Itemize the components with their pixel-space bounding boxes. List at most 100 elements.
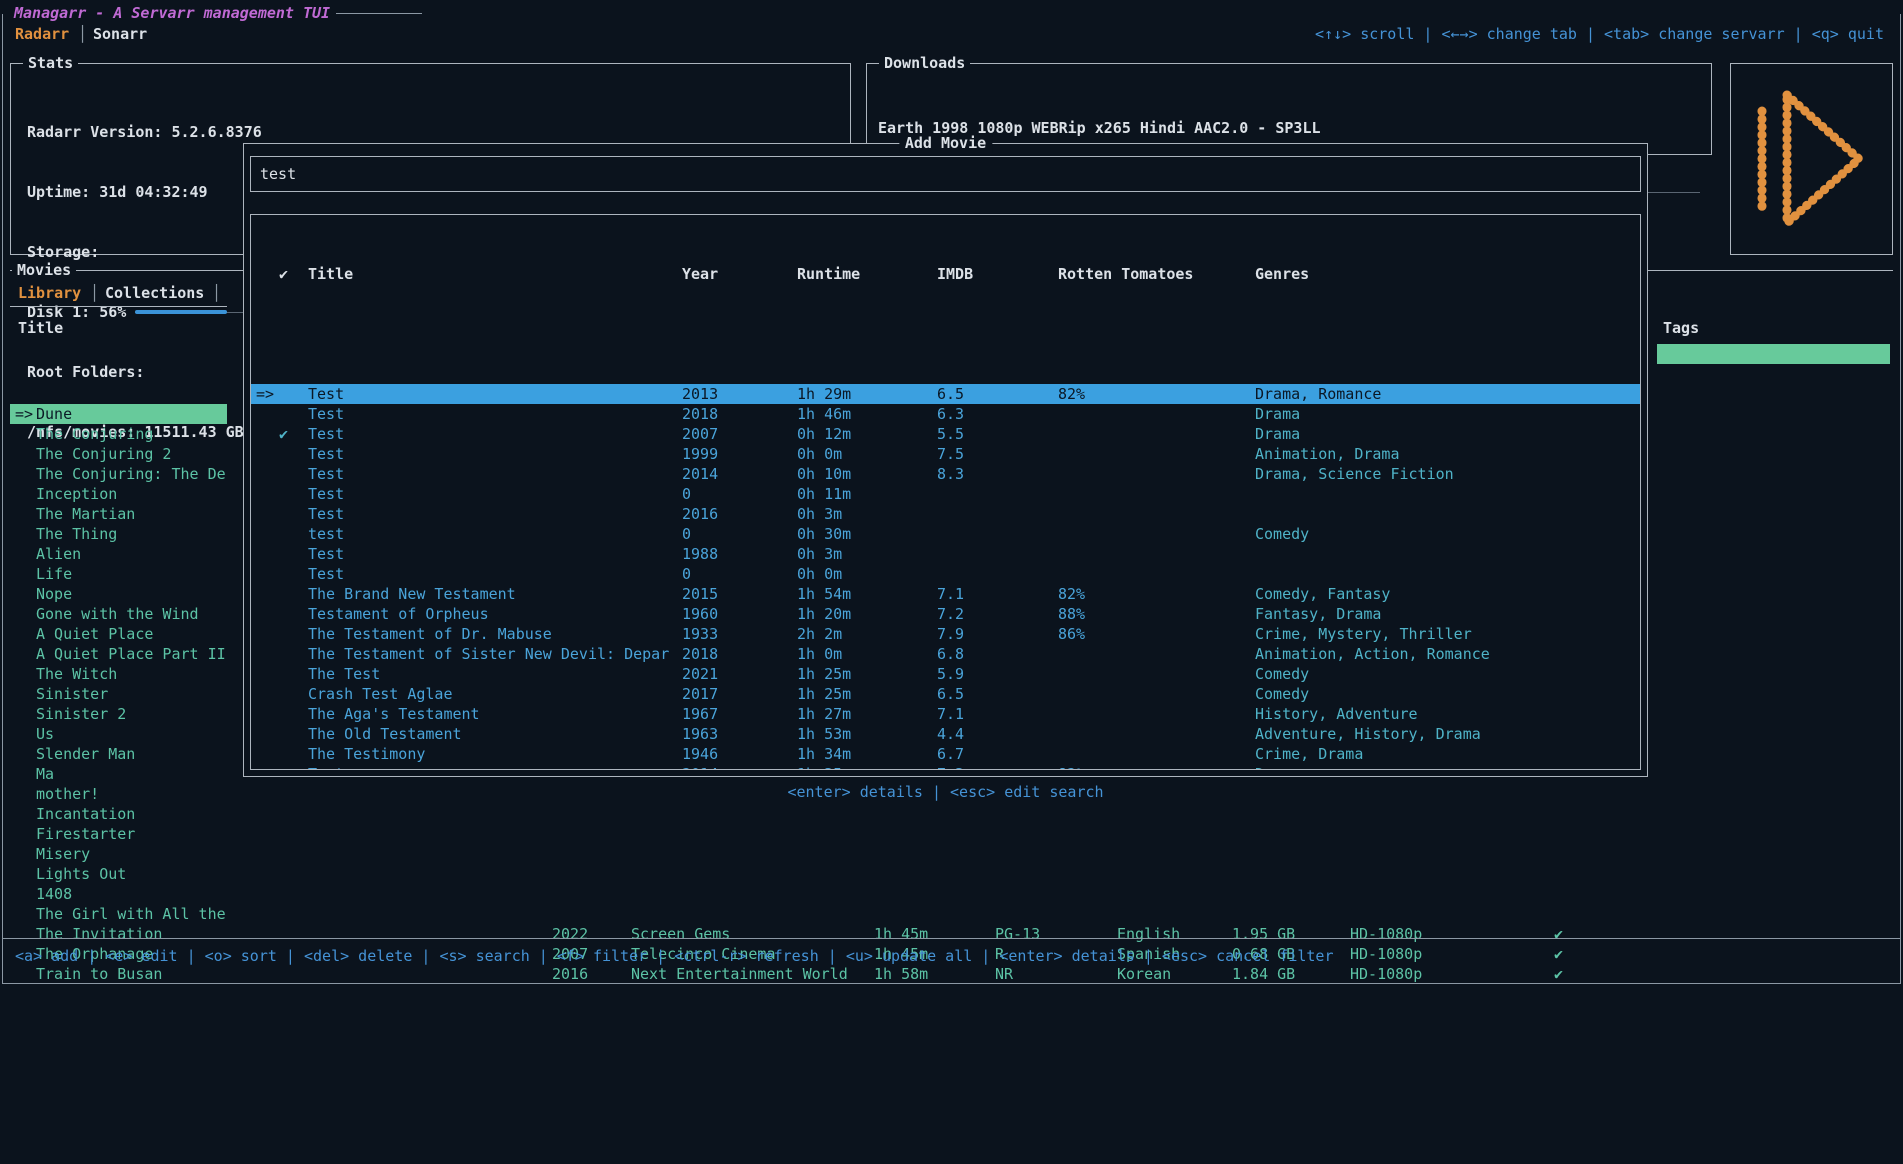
movie-title: Nope [36,584,72,604]
movie-row[interactable]: Misery [10,844,227,864]
tab-library[interactable]: Library [18,283,81,303]
result-row[interactable]: The Aga's Testament 1967 1h 27m 7.1 Hist… [251,704,1640,724]
result-runtime: 0h 10m [797,464,851,484]
result-title: Test [308,764,344,770]
movies-panel-title: Movies [12,260,76,280]
movie-row[interactable]: The Conjuring [10,424,227,444]
bottom-keybindings-help: <a> add | <e> edit | <o> sort | <del> de… [15,946,1334,966]
movie-row[interactable]: Us [10,724,227,744]
movie-detail-row[interactable]: 2022 Screen Gems 1h 45m PG-13 English 1.… [0,924,1903,944]
result-year: 1946 [682,744,718,764]
tab-collections[interactable]: Collections [105,283,204,303]
result-year: 1933 [682,624,718,644]
movie-row[interactable]: The Martian [10,504,227,524]
version-value: 5.2.6.8376 [171,122,261,142]
result-genres: Drama [1255,404,1300,424]
download-item-row[interactable]: Earth 1998 1080p WEBRip x265 Hindi AAC2.… [878,118,1700,138]
selected-row-tags-cell [1657,344,1890,364]
results-column-runtime: Runtime [797,264,860,284]
movie-studio: Next Entertainment World [631,964,848,984]
result-year: 2018 [682,644,718,664]
movie-row[interactable]: Incantation [10,804,227,824]
movie-row[interactable]: The Witch [10,664,227,684]
result-row[interactable]: test 0 0h 30m Comedy [251,524,1640,544]
movie-row[interactable]: Inception [10,484,227,504]
result-genres: Animation, Drama [1255,444,1400,464]
movies-tabs-underline [10,306,227,307]
result-row[interactable]: => Test 2013 1h 29m 6.5 82% Drama, Roman… [251,384,1640,404]
movie-row[interactable]: Gone with the Wind [10,604,227,624]
result-imdb-rating: 7.3 [937,764,964,770]
movie-detail-row[interactable]: 2016 Next Entertainment World 1h 58m NR … [0,964,1903,984]
radarr-version-row: Radarr Version: 5.2.6.8376 [27,122,838,142]
result-title: The Testament of Sister New Devil: Depar [308,644,669,664]
movie-title: Sinister [36,684,108,704]
movie-row[interactable]: Sinister 2 [10,704,227,724]
result-row[interactable]: Testament of Orpheus 1960 1h 20m 7.2 88%… [251,604,1640,624]
result-title: Crash Test Aglae [308,684,453,704]
result-row[interactable]: The Brand New Testament 2015 1h 54m 7.1 … [251,584,1640,604]
movie-title: Slender Man [36,744,135,764]
movie-row[interactable]: A Quiet Place Part II [10,644,227,664]
result-genres: Comedy [1255,524,1309,544]
movie-row[interactable]: Nope [10,584,227,604]
movie-row[interactable]: mother! [10,784,227,804]
result-row[interactable]: The Test 2021 1h 25m 5.9 Comedy [251,664,1640,684]
result-runtime: 0h 12m [797,424,851,444]
result-row[interactable]: The Old Testament 1963 1h 53m 4.4 Advent… [251,724,1640,744]
result-row[interactable]: Test 2014 0h 10m 8.3 Drama, Science Fict… [251,464,1640,484]
movie-row[interactable]: The Thing [10,524,227,544]
result-row[interactable]: Test 2016 0h 3m [251,504,1640,524]
movie-search-input[interactable] [250,156,1641,192]
result-row[interactable]: Crash Test Aglae 2017 1h 25m 6.5 Comedy [251,684,1640,704]
result-row[interactable]: The Testament of Sister New Devil: Depar… [251,644,1640,664]
movie-row[interactable]: Life [10,564,227,584]
result-row[interactable]: Test 2018 1h 46m 6.3 Drama [251,404,1640,424]
result-row[interactable]: Test 1988 0h 3m [251,544,1640,564]
downloads-panel: Downloads Earth 1998 1080p WEBRip x265 H… [866,63,1712,155]
result-year: 1999 [682,444,718,464]
result-row[interactable]: Test 1999 0h 0m 7.5 Animation, Drama [251,444,1640,464]
result-imdb-rating: 4.4 [937,724,964,744]
add-movie-popup: Add Movie ✔ Title Year Runtime IMDB Rott… [243,143,1648,777]
selection-marker: => [15,404,33,424]
movie-title: mother! [36,784,99,804]
movie-row[interactable]: Slender Man [10,744,227,764]
library-column-header-tags: Tags [1663,318,1699,338]
title-border-line [336,13,422,14]
results-column-check-icon: ✔ [279,264,288,284]
result-imdb-rating: 5.9 [937,664,964,684]
downloads-panel-title: Downloads [879,53,970,73]
result-genres: Crime, Drama [1255,744,1363,764]
result-year: 2007 [682,424,718,444]
result-year: 2017 [682,684,718,704]
result-title: Test [308,484,344,504]
movie-row[interactable]: The Conjuring: The De [10,464,227,484]
result-row[interactable]: Test 0 0h 0m [251,564,1640,584]
result-row[interactable]: Test 2014 1h 35m 7.3 82% Drama [251,764,1640,770]
result-row[interactable]: The Testimony 1946 1h 34m 6.7 Crime, Dra… [251,744,1640,764]
result-rotten-tomatoes: 82% [1058,764,1085,770]
tab-sonarr[interactable]: Sonarr [93,24,147,44]
movie-row[interactable]: Firestarter [10,824,227,844]
result-title: The Testament of Dr. Mabuse [308,624,552,644]
result-row[interactable]: Test 0 0h 11m [251,484,1640,504]
movie-size: 1.84 GB [1232,964,1295,984]
result-year: 2013 [682,384,718,404]
tab-radarr[interactable]: Radarr [15,24,69,44]
selection-marker: => [256,384,274,404]
movie-row[interactable]: Ma [10,764,227,784]
movie-row[interactable]: => Dune [10,404,227,424]
movie-title: The Conjuring: The De [36,464,226,484]
result-row[interactable]: ✔ Test 2007 0h 12m 5.5 Drama [251,424,1640,444]
movie-row[interactable]: A Quiet Place [10,624,227,644]
result-year: 2018 [682,404,718,424]
result-genres: History, Adventure [1255,704,1418,724]
movie-row[interactable]: Sinister [10,684,227,704]
stats-panel-title: Stats [23,53,78,73]
result-row[interactable]: The Testament of Dr. Mabuse 1933 2h 2m 7… [251,624,1640,644]
movie-row[interactable]: The Conjuring 2 [10,444,227,464]
result-title: Test [308,464,344,484]
result-year: 1963 [682,724,718,744]
movie-row[interactable]: Alien [10,544,227,564]
